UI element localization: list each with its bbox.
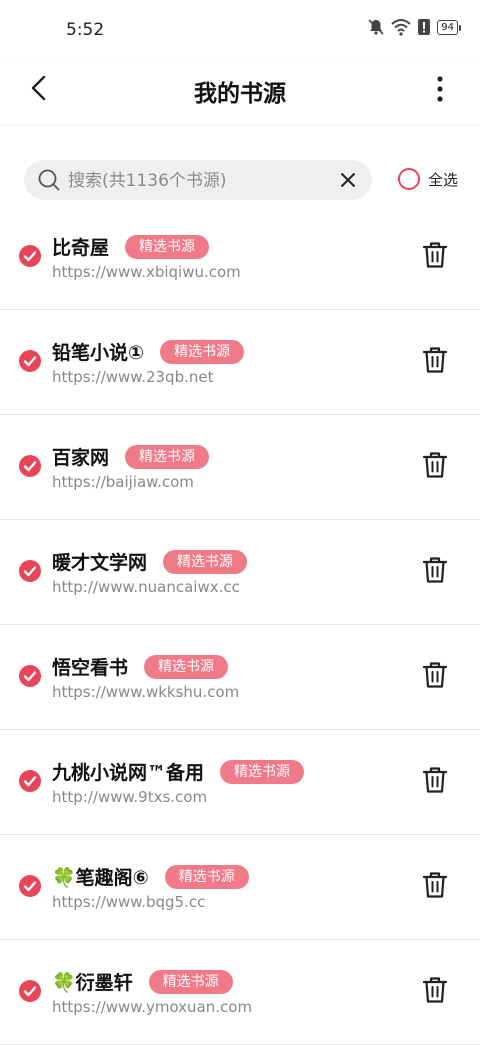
- source-url: https://www.ymoxuan.com: [52, 998, 253, 1016]
- source-row[interactable]: 铅笔小说① 精选书源 https://www.23qb.net: [0, 310, 480, 415]
- source-name: 百家网: [52, 447, 110, 469]
- alert-icon: [418, 19, 431, 35]
- source-row[interactable]: 九桃小说网™备用 精选书源 http://www.9txs.com: [0, 730, 480, 835]
- source-name: 比奇屋: [52, 237, 110, 259]
- featured-badge: 精选书源: [125, 444, 210, 469]
- trash-icon: [422, 557, 448, 583]
- source-title-line: 暖才文学网 精选书源: [52, 548, 248, 575]
- source-name: 九桃小说网™备用: [52, 762, 205, 784]
- source-row[interactable]: 🍀笔趣阁⑥ 精选书源 https://www.bqg5.cc: [0, 835, 480, 940]
- select-all-radio[interactable]: [398, 168, 420, 190]
- source-url: http://www.nuancaiwx.cc: [52, 578, 240, 596]
- source-url: https://baijiaw.com: [52, 473, 194, 491]
- trash-icon: [422, 242, 448, 268]
- clear-search-icon[interactable]: [338, 170, 358, 190]
- wifi-icon: [391, 19, 411, 36]
- selected-check-icon[interactable]: [19, 455, 41, 477]
- delete-button[interactable]: [422, 346, 448, 374]
- trash-icon: [422, 977, 448, 1003]
- featured-badge: 精选书源: [160, 339, 245, 364]
- delete-button[interactable]: [422, 451, 448, 479]
- featured-badge: 精选书源: [164, 864, 249, 889]
- status-time: 5:52: [66, 20, 105, 40]
- selected-check-icon[interactable]: [19, 875, 41, 897]
- source-url: https://www.wkkshu.com: [52, 683, 240, 701]
- featured-badge: 精选书源: [148, 969, 233, 994]
- featured-badge: 精选书源: [125, 234, 210, 259]
- trash-icon: [422, 452, 448, 478]
- delete-button[interactable]: [422, 766, 448, 794]
- source-name: 悟空看书: [52, 657, 129, 679]
- search-icon: [38, 169, 60, 191]
- search-bar: [24, 160, 372, 202]
- checkmark-icon: [23, 251, 37, 262]
- featured-badge: 精选书源: [144, 654, 229, 679]
- source-row[interactable]: 🍀衍墨轩 精选书源 https://www.ymoxuan.com: [0, 940, 480, 1045]
- source-row[interactable]: 悟空看书 精选书源 https://www.wkkshu.com: [0, 625, 480, 730]
- source-url: https://www.23qb.net: [52, 368, 214, 386]
- selected-check-icon[interactable]: [19, 980, 41, 1002]
- source-title-line: 悟空看书 精选书源: [52, 653, 229, 680]
- source-title-line: 铅笔小说① 精选书源: [52, 338, 245, 365]
- selected-check-icon[interactable]: [19, 245, 41, 267]
- delete-button[interactable]: [422, 871, 448, 899]
- more-options-button[interactable]: [428, 74, 452, 104]
- app-header: 我的书源: [0, 60, 480, 124]
- source-title-line: 比奇屋 精选书源: [52, 233, 210, 260]
- delete-button[interactable]: [422, 241, 448, 269]
- trash-icon: [422, 767, 448, 793]
- trash-icon: [422, 662, 448, 688]
- source-name: 🍀衍墨轩: [52, 972, 133, 994]
- source-url: https://www.xbiqiwu.com: [52, 263, 241, 281]
- search-row: 全选: [0, 160, 480, 202]
- source-name: 铅笔小说①: [52, 342, 145, 364]
- trash-icon: [422, 872, 448, 898]
- select-all-toggle[interactable]: 全选: [398, 168, 458, 190]
- checkmark-icon: [23, 461, 37, 472]
- featured-badge: 精选书源: [220, 759, 305, 784]
- status-bar: 5:52 94: [0, 0, 480, 60]
- select-all-label: 全选: [428, 170, 459, 189]
- source-row[interactable]: 比奇屋 精选书源 https://www.xbiqiwu.com: [0, 205, 480, 310]
- source-row[interactable]: 暖才文学网 精选书源 http://www.nuancaiwx.cc: [0, 520, 480, 625]
- battery-icon: 94: [437, 19, 461, 35]
- source-title-line: 百家网 精选书源: [52, 443, 210, 470]
- featured-badge: 精选书源: [163, 549, 248, 574]
- source-name: 暖才文学网: [52, 552, 148, 574]
- checkmark-icon: [23, 776, 37, 787]
- selected-check-icon[interactable]: [19, 560, 41, 582]
- source-title-line: 🍀衍墨轩 精选书源: [52, 968, 233, 995]
- selected-check-icon[interactable]: [19, 665, 41, 687]
- checkmark-icon: [23, 671, 37, 682]
- trash-icon: [422, 347, 448, 373]
- checkmark-icon: [23, 881, 37, 892]
- checkmark-icon: [23, 986, 37, 997]
- delete-button[interactable]: [422, 661, 448, 689]
- more-vertical-icon: [437, 76, 443, 102]
- checkmark-icon: [23, 566, 37, 577]
- selected-check-icon[interactable]: [19, 350, 41, 372]
- source-url: http://www.9txs.com: [52, 788, 208, 806]
- status-icons: 94: [367, 18, 461, 36]
- delete-button[interactable]: [422, 976, 448, 1004]
- selected-check-icon[interactable]: [19, 770, 41, 792]
- checkmark-icon: [23, 356, 37, 367]
- source-row[interactable]: 百家网 精选书源 https://baijiaw.com: [0, 415, 480, 520]
- source-list: 比奇屋 精选书源 https://www.xbiqiwu.com 铅笔小说① 精选书源 h…: [0, 205, 480, 1045]
- source-title-line: 九桃小说网™备用 精选书源: [52, 758, 305, 785]
- page-title: 我的书源: [194, 81, 286, 107]
- source-title-line: 🍀笔趣阁⑥ 精选书源: [52, 863, 249, 890]
- search-input[interactable]: [66, 160, 340, 202]
- source-name: 🍀笔趣阁⑥: [52, 867, 149, 889]
- notifications-muted-icon: [368, 19, 384, 35]
- source-url: https://www.bqg5.cc: [52, 893, 206, 911]
- delete-button[interactable]: [422, 556, 448, 584]
